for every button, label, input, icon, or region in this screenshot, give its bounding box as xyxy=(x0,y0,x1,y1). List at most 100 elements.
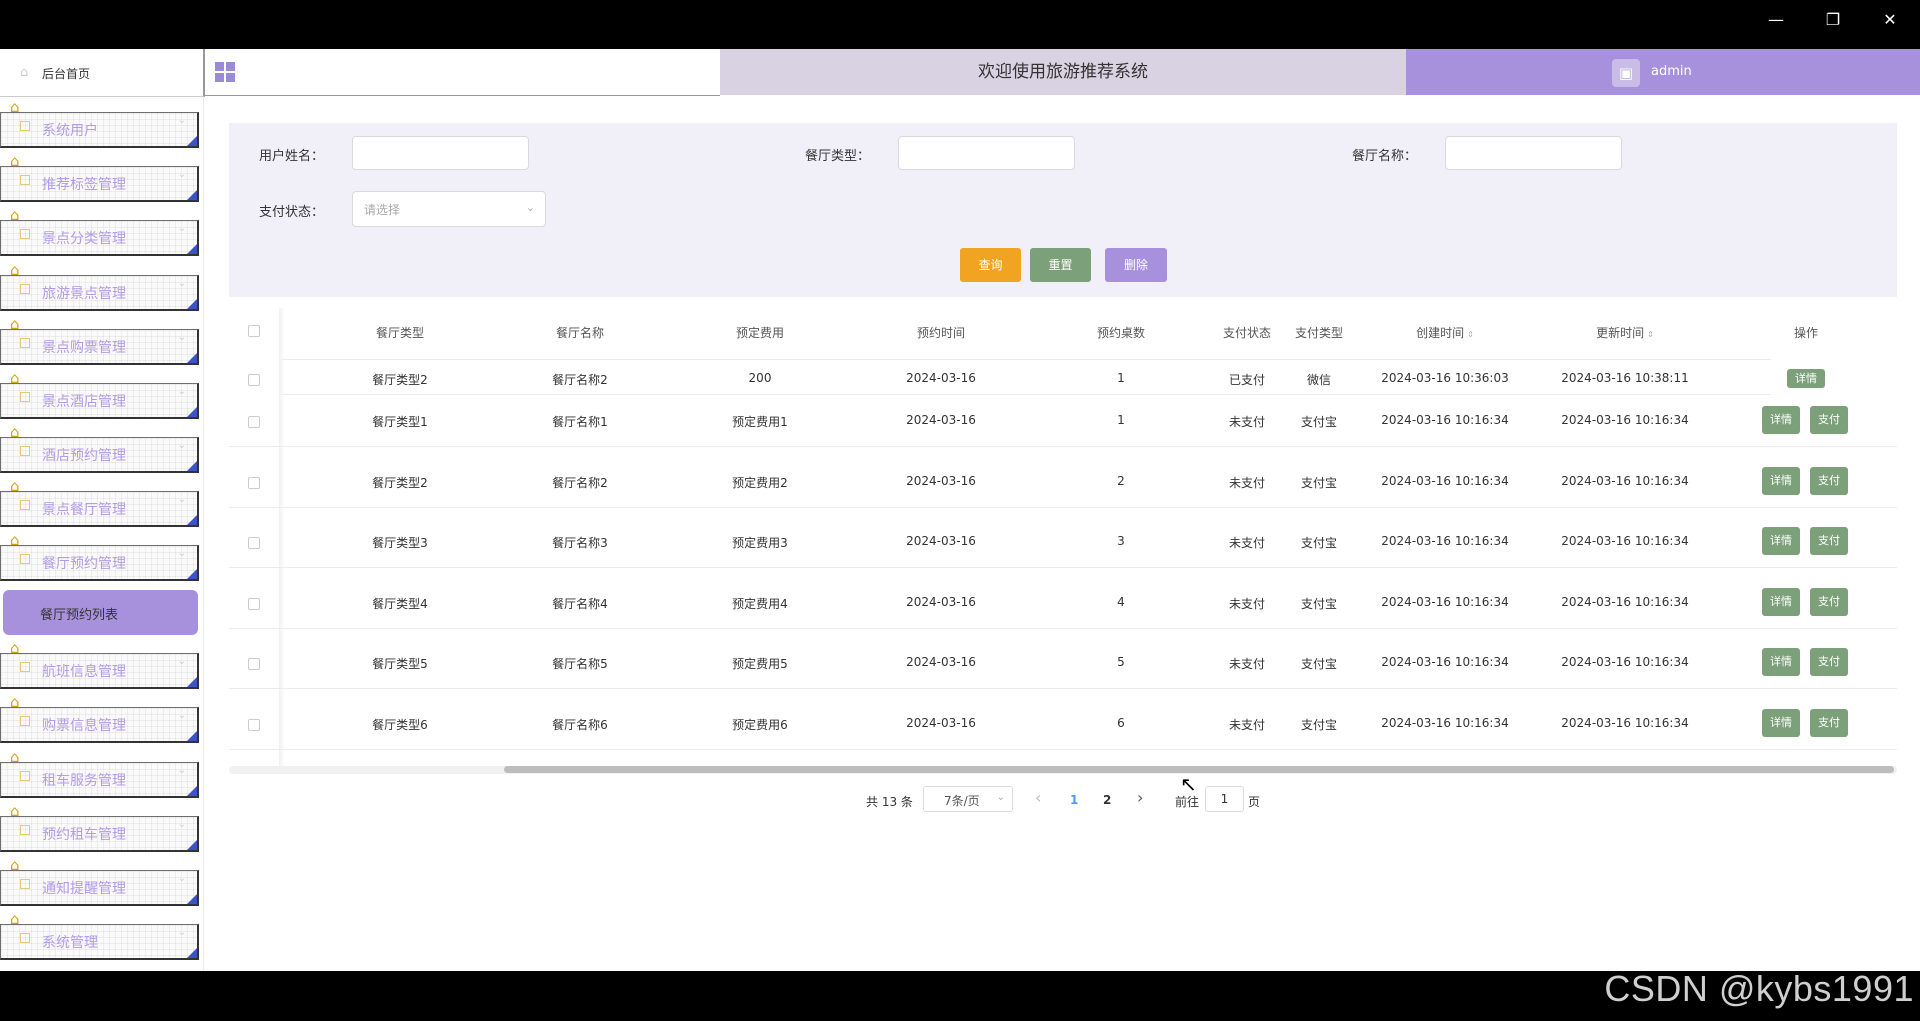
sidebar-item-label: 购票信息管理 xyxy=(42,718,126,734)
sidebar-item-label: 系统管理 xyxy=(42,935,98,951)
table-cell-status: 已支付 xyxy=(1228,373,1266,387)
sidebar-item[interactable]: ⌂ 景点酒店管理 ⌄ xyxy=(0,369,200,422)
maximize-button[interactable]: ❐ xyxy=(1813,6,1853,34)
corner-fold-icon xyxy=(187,731,197,741)
query-button[interactable]: 查询 xyxy=(960,248,1021,282)
select-all-checkbox[interactable] xyxy=(248,325,260,337)
detail-button[interactable]: 详情 xyxy=(1762,527,1800,555)
username[interactable]: admin xyxy=(1651,64,1692,79)
top-header: ⌂ 后台首页 欢迎使用旅游推荐系统 ▣ admin xyxy=(0,49,1920,97)
sidebar-item[interactable]: ⌂ 酒店预约管理 ⌄ xyxy=(0,423,200,476)
horizontal-scrollbar-thumb[interactable] xyxy=(504,766,1894,773)
sidebar-item[interactable]: ⌂ 购票信息管理 ⌄ xyxy=(0,693,200,746)
page-size-select[interactable]: 7条/页 ⌄ xyxy=(923,786,1013,812)
table-cell-updated: 2024-03-16 10:16:34 xyxy=(1561,595,1689,609)
close-button[interactable]: ✕ xyxy=(1870,6,1910,34)
row-checkbox[interactable] xyxy=(248,477,260,489)
row-checkbox[interactable] xyxy=(248,719,260,731)
chevron-down-icon: ⌄ xyxy=(177,873,186,884)
sidebar-item[interactable]: ⌂ 景点分类管理 ⌄ xyxy=(0,206,200,259)
detail-button[interactable]: 详情 xyxy=(1762,709,1800,737)
delete-button[interactable]: 删除 xyxy=(1105,248,1167,282)
pay-button[interactable]: 支付 xyxy=(1810,527,1848,555)
next-page-button[interactable]: › xyxy=(1137,788,1143,807)
sidebar-item-label: 景点酒店管理 xyxy=(42,394,126,410)
pay-status-select[interactable]: 请选择 ⌄ xyxy=(352,191,546,227)
minimize-button[interactable]: — xyxy=(1756,6,1796,34)
home-tab[interactable]: ⌂ 后台首页 xyxy=(0,49,205,97)
row-checkbox[interactable] xyxy=(248,537,260,549)
avatar-icon[interactable]: ▣ xyxy=(1612,59,1640,87)
table-cell-time: 2024-03-16 xyxy=(906,413,976,427)
binder-clip-icon: ⌂ xyxy=(10,315,20,333)
sidebar-item[interactable]: ⌂ 推荐标签管理 ⌄ xyxy=(0,152,200,205)
menu-grid-icon[interactable] xyxy=(215,62,235,82)
menu-item-icon xyxy=(20,554,30,564)
detail-button[interactable]: 详情 xyxy=(1762,467,1800,495)
row-divider xyxy=(229,688,1897,689)
goto-page-input[interactable] xyxy=(1205,786,1244,812)
sort-icon[interactable]: ⇕ xyxy=(1647,330,1654,339)
table-cell-pay_type: 支付宝 xyxy=(1300,536,1338,550)
table-cell-updated: 2024-03-16 10:16:34 xyxy=(1561,716,1689,730)
sidebar-item[interactable]: ⌂ 航班信息管理 ⌄ xyxy=(0,639,200,692)
page-2-button[interactable]: 2 xyxy=(1103,793,1111,807)
table-cell-time: 2024-03-16 xyxy=(906,371,976,385)
sidebar-item[interactable]: ⌂ 系统管理 ⌄ xyxy=(0,910,200,963)
table-cell-created: 2024-03-16 10:16:34 xyxy=(1381,474,1509,488)
column-header[interactable]: 创建时间 ⇕ xyxy=(1416,324,1474,341)
restaurant-name-label: 餐厅名称： xyxy=(1352,149,1418,164)
sidebar-item-label: 航班信息管理 xyxy=(42,664,126,680)
pay-button[interactable]: 支付 xyxy=(1810,648,1848,676)
pay-button[interactable]: 支付 xyxy=(1810,709,1848,737)
menu-item-icon xyxy=(20,716,30,726)
pay-button[interactable]: 支付 xyxy=(1810,588,1848,616)
table-cell-updated: 2024-03-16 10:16:34 xyxy=(1561,534,1689,548)
pay-button[interactable]: 支付 xyxy=(1810,467,1848,495)
table-cell-fee: 预定费用4 xyxy=(732,597,788,611)
sort-icon[interactable]: ⇕ xyxy=(1467,330,1474,339)
user-name-input[interactable] xyxy=(352,136,529,170)
column-header: 预定费用 xyxy=(736,324,784,341)
row-checkbox[interactable] xyxy=(248,416,260,428)
reservation-table: 餐厅类型 餐厅名称 预定费用 预约时间 预约桌数 支付状态 支付类型 创建时间 ⇕ 更新时间 ⇕ 操作… xyxy=(229,308,1897,774)
sidebar-subitem-active[interactable]: 餐厅预约列表 xyxy=(3,590,198,635)
chevron-down-icon: ⌄ xyxy=(177,115,186,126)
row-checkbox[interactable] xyxy=(248,658,260,670)
user-panel[interactable]: ▣ admin xyxy=(1406,49,1920,95)
detail-button[interactable]: 详情 xyxy=(1762,588,1800,616)
sidebar-item[interactable]: ⌂ 通知提醒管理 ⌄ xyxy=(0,856,200,909)
page-1-button[interactable]: 1 xyxy=(1070,793,1078,807)
sidebar-item[interactable]: ⌂ 景点购票管理 ⌄ xyxy=(0,315,200,368)
reset-button[interactable]: 重置 xyxy=(1030,248,1091,282)
detail-button[interactable]: 详情 xyxy=(1762,406,1800,434)
column-header[interactable]: 更新时间 ⇕ xyxy=(1596,324,1654,341)
corner-fold-icon xyxy=(187,515,197,525)
detail-button[interactable]: 详情 xyxy=(1787,369,1825,388)
table-cell-time: 2024-03-16 xyxy=(906,474,976,488)
row-divider xyxy=(229,749,1897,750)
sidebar-item[interactable]: ⌂ 景点餐厅管理 ⌄ xyxy=(0,477,200,530)
restaurant-name-input[interactable] xyxy=(1445,136,1622,170)
sidebar-item[interactable]: ⌂ 餐厅预约管理 ⌄ xyxy=(0,531,200,584)
row-divider xyxy=(229,628,1897,629)
sidebar-item-label: 餐厅预约管理 xyxy=(42,556,126,572)
corner-fold-icon xyxy=(187,677,197,687)
row-checkbox[interactable] xyxy=(248,374,260,386)
row-checkbox[interactable] xyxy=(248,598,260,610)
table-cell-tables: 6 xyxy=(1117,716,1125,730)
corner-fold-icon xyxy=(187,353,197,363)
sidebar-item-label: 系统用户 xyxy=(42,123,98,139)
prev-page-button[interactable]: ‹ xyxy=(1035,788,1041,807)
sidebar-item-label: 通知提醒管理 xyxy=(42,881,126,897)
total-count: 共 13 条 xyxy=(866,795,913,809)
binder-clip-icon: ⌂ xyxy=(10,531,20,549)
restaurant-type-input[interactable] xyxy=(898,136,1075,170)
pay-button[interactable]: 支付 xyxy=(1810,406,1848,434)
row-divider xyxy=(229,507,1897,508)
table-cell-pay_type: 支付宝 xyxy=(1300,476,1338,490)
sidebar-item[interactable]: ⌂ 系统用户 ⌄ xyxy=(0,98,200,151)
detail-button[interactable]: 详情 xyxy=(1762,648,1800,676)
sidebar-item[interactable]: ⌂ 旅游景点管理 ⌄ xyxy=(0,261,200,314)
corner-fold-icon xyxy=(187,190,197,200)
